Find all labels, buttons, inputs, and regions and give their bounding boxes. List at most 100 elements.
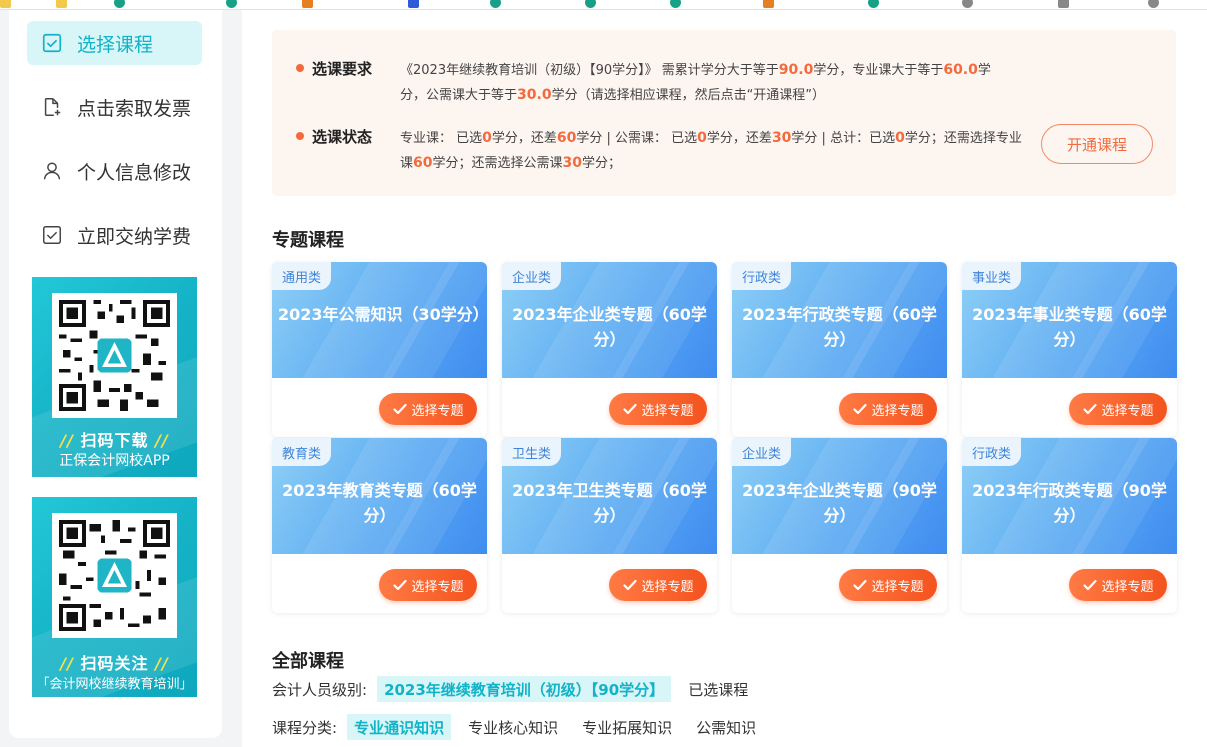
requirement-label: 选课要求: [296, 58, 400, 108]
select-topic-button[interactable]: 选择专题: [1069, 393, 1167, 425]
topic-category-tag: 行政类: [962, 438, 1022, 466]
all-courses-title: 全部课程: [272, 651, 344, 672]
select-topic-button[interactable]: 选择专题: [609, 393, 707, 425]
open-course-button[interactable]: 开通课程: [1041, 124, 1153, 164]
topic-category-tag: 行政类: [732, 262, 792, 290]
topic-card-title: 2023年教育类专题（60学分）: [282, 481, 477, 525]
level-option[interactable]: 已选课程: [681, 676, 755, 702]
check-icon: [623, 403, 638, 415]
bookmark-item[interactable]: [763, 0, 774, 9]
level-option[interactable]: 2023年继续教育培训（初级）【90学分】: [377, 676, 672, 702]
topic-card[interactable]: 事业类 2023年事业类专题（60学分） 选择专题: [962, 262, 1177, 437]
wechat-follow-promo[interactable]: // 扫码关注 // 「会计网校继续教育培训」: [32, 497, 197, 697]
promo-title: // 扫码下载 //: [60, 431, 169, 450]
qr-code: [52, 513, 177, 638]
topic-card-title: 2023年企业类专题（60学分）: [512, 305, 707, 349]
bookmark-item[interactable]: [1148, 0, 1159, 9]
topic-category-tag: 卫生类: [502, 438, 562, 466]
file-add-icon: [44, 98, 61, 116]
select-topic-label: 选择专题: [871, 579, 924, 595]
user-icon: [43, 162, 61, 180]
sidebar-item-profile[interactable]: 个人信息修改: [27, 149, 202, 193]
select-topic-label: 选择专题: [641, 403, 694, 419]
topic-category-tag: 企业类: [502, 262, 562, 290]
bookmarks-bar: [0, 0, 1207, 10]
topic-card-title: 2023年行政类专题（60学分）: [742, 305, 937, 349]
topic-card[interactable]: 行政类 2023年行政类专题（90学分） 选择专题: [962, 438, 1177, 613]
bookmark-item[interactable]: [1058, 0, 1069, 9]
bookmark-item[interactable]: [302, 0, 313, 9]
select-topic-label: 选择专题: [411, 579, 464, 595]
sidebar-item-invoice[interactable]: 点击索取发票: [27, 85, 202, 129]
requirements-panel: 选课要求 《2023年继续教育培训（初级）【90学分】》 需累计学分大于等于90…: [272, 30, 1176, 196]
bookmark-item[interactable]: [585, 0, 596, 9]
category-option[interactable]: 专业核心知识: [461, 714, 565, 740]
check-icon: [1083, 403, 1098, 415]
topic-card[interactable]: 教育类 2023年教育类专题（60学分） 选择专题: [272, 438, 487, 613]
bookmark-item[interactable]: [962, 0, 973, 9]
topic-card-title: 2023年卫生类专题（60学分）: [512, 481, 707, 525]
select-topic-button[interactable]: 选择专题: [839, 569, 937, 601]
sidebar-item-pay-fee[interactable]: 立即交纳学费: [27, 213, 202, 257]
qr-code-icon: [59, 300, 170, 411]
category-filter: 课程分类: 专业通识知识 专业核心知识 专业拓展知识 公需知识: [272, 714, 773, 740]
topic-card-title: 2023年公需知识（30学分）: [278, 305, 487, 324]
sidebar-item-label: 个人信息修改: [77, 161, 192, 184]
topic-category-tag: 教育类: [272, 438, 332, 466]
main-content: 选课要求 《2023年继续教育培训（初级）【90学分】》 需累计学分大于等于90…: [242, 10, 1207, 747]
sidebar: 选择课程 点击索取发票 个人信息修改 立即交纳学费 // 扫码下载 // 正保会…: [9, 10, 222, 738]
select-topic-button[interactable]: 选择专题: [379, 569, 477, 601]
bullet-icon: [296, 64, 304, 72]
category-option[interactable]: 公需知识: [689, 714, 763, 740]
promo-subtitle: 正保会计网校APP: [59, 453, 170, 469]
bookmark-item[interactable]: [408, 0, 419, 9]
category-option[interactable]: 专业通识知识: [347, 714, 452, 740]
bookmark-item[interactable]: [670, 0, 681, 9]
bookmark-item[interactable]: [226, 0, 237, 9]
check-icon: [1083, 579, 1098, 591]
status-row: 选课状态 专业课： 已选0学分，还差60学分 | 公需课： 已选0学分，还差30…: [296, 126, 1025, 176]
select-topic-label: 选择专题: [411, 403, 464, 419]
topic-card[interactable]: 卫生类 2023年卫生类专题（60学分） 选择专题: [502, 438, 717, 613]
bookmark-item[interactable]: [868, 0, 879, 9]
select-topic-button[interactable]: 选择专题: [609, 569, 707, 601]
qr-code-icon: [59, 520, 170, 631]
select-topic-label: 选择专题: [1101, 403, 1154, 419]
topic-card[interactable]: 企业类 2023年企业类专题（60学分） 选择专题: [502, 262, 717, 437]
sidebar-item-label: 选择课程: [77, 33, 154, 56]
promo-title: // 扫码关注 //: [60, 654, 169, 673]
bookmark-item[interactable]: [114, 0, 125, 9]
app-download-promo[interactable]: // 扫码下载 // 正保会计网校APP: [32, 277, 197, 477]
topic-category-tag: 企业类: [732, 438, 792, 466]
select-topic-label: 选择专题: [1101, 579, 1154, 595]
select-topic-button[interactable]: 选择专题: [379, 393, 477, 425]
checkbox-icon: [43, 226, 61, 244]
select-topic-label: 选择专题: [641, 579, 694, 595]
checkbox-icon: [42, 33, 62, 53]
category-filter-label: 课程分类:: [272, 718, 338, 737]
topic-category-tag: 事业类: [962, 262, 1022, 290]
topic-card[interactable]: 行政类 2023年行政类专题（60学分） 选择专题: [732, 262, 947, 437]
sidebar-item-label: 点击索取发票: [77, 97, 192, 120]
topic-section-title: 专题课程: [272, 230, 344, 251]
select-topic-button[interactable]: 选择专题: [1069, 569, 1167, 601]
check-icon: [393, 579, 408, 591]
select-topic-label: 选择专题: [871, 403, 924, 419]
select-topic-button[interactable]: 选择专题: [839, 393, 937, 425]
check-icon: [853, 579, 868, 591]
promo-subtitle: 「会计网校继续教育培训」: [36, 677, 193, 692]
check-icon: [853, 403, 868, 415]
topic-card[interactable]: 通用类 2023年公需知识（30学分） 选择专题: [272, 262, 487, 437]
status-label: 选课状态: [296, 126, 400, 176]
bookmark-item[interactable]: [56, 0, 67, 9]
topic-card[interactable]: 企业类 2023年企业类专题（90学分） 选择专题: [732, 438, 947, 613]
category-option[interactable]: 专业拓展知识: [575, 714, 679, 740]
topic-card-title: 2023年行政类专题（90学分）: [972, 481, 1167, 525]
level-filter: 会计人员级别: 2023年继续教育培训（初级）【90学分】 已选课程: [272, 676, 765, 702]
check-icon: [393, 403, 408, 415]
check-icon: [623, 579, 638, 591]
sidebar-item-select-course[interactable]: 选择课程: [27, 21, 202, 65]
qr-code: [52, 293, 177, 418]
bookmark-item[interactable]: [490, 0, 501, 9]
bookmark-item[interactable]: [0, 0, 11, 9]
